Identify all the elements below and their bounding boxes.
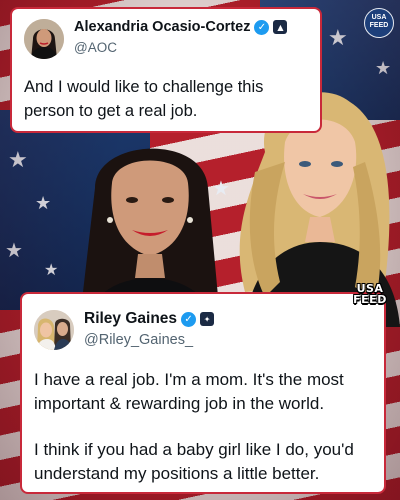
author-row: Alexandria Ocasio-Cortez ✓ ▲ <box>74 19 288 35</box>
verified-badge-icon: ✓ <box>254 19 270 35</box>
author-name[interactable]: Riley Gaines <box>84 310 177 328</box>
usa-feed-logo: USA FEED <box>364 8 394 38</box>
author-row: Riley Gaines ✓ ✦ <box>84 310 215 328</box>
riley-tweet-card: Riley Gaines ✓ ✦ @Riley_Gaines_ I have a… <box>20 292 386 494</box>
verified-badge-icon: ✓ <box>181 311 197 327</box>
tweet-text: And I would like to challenge this perso… <box>24 78 264 120</box>
aoc-tweet-card: Alexandria Ocasio-Cortez ✓ ▲ @AOC And I … <box>10 7 322 133</box>
watermark-text-feed: FEED <box>353 293 387 306</box>
author-handle[interactable]: @AOC <box>74 40 117 55</box>
logo-text-usa: USA <box>371 14 387 21</box>
author-name[interactable]: Alexandria Ocasio-Cortez <box>74 19 250 35</box>
tweet-paragraph: I have a real job. I'm a mom. It's the m… <box>34 370 344 413</box>
tweet-text: I have a real job. I'm a mom. It's the m… <box>34 368 382 486</box>
usa-feed-watermark: USA FEED <box>347 283 393 305</box>
author-handle[interactable]: @Riley_Gaines_ <box>84 332 193 348</box>
affiliation-badge-icon: ✦ <box>200 312 215 326</box>
riley-avatar[interactable] <box>34 310 74 350</box>
affiliation-badge-icon: ▲ <box>273 20 288 34</box>
aoc-avatar[interactable] <box>24 19 64 59</box>
tweet-paragraph: I think if you had a baby girl like I do… <box>34 440 354 483</box>
logo-text-feed: FEED <box>369 22 389 29</box>
